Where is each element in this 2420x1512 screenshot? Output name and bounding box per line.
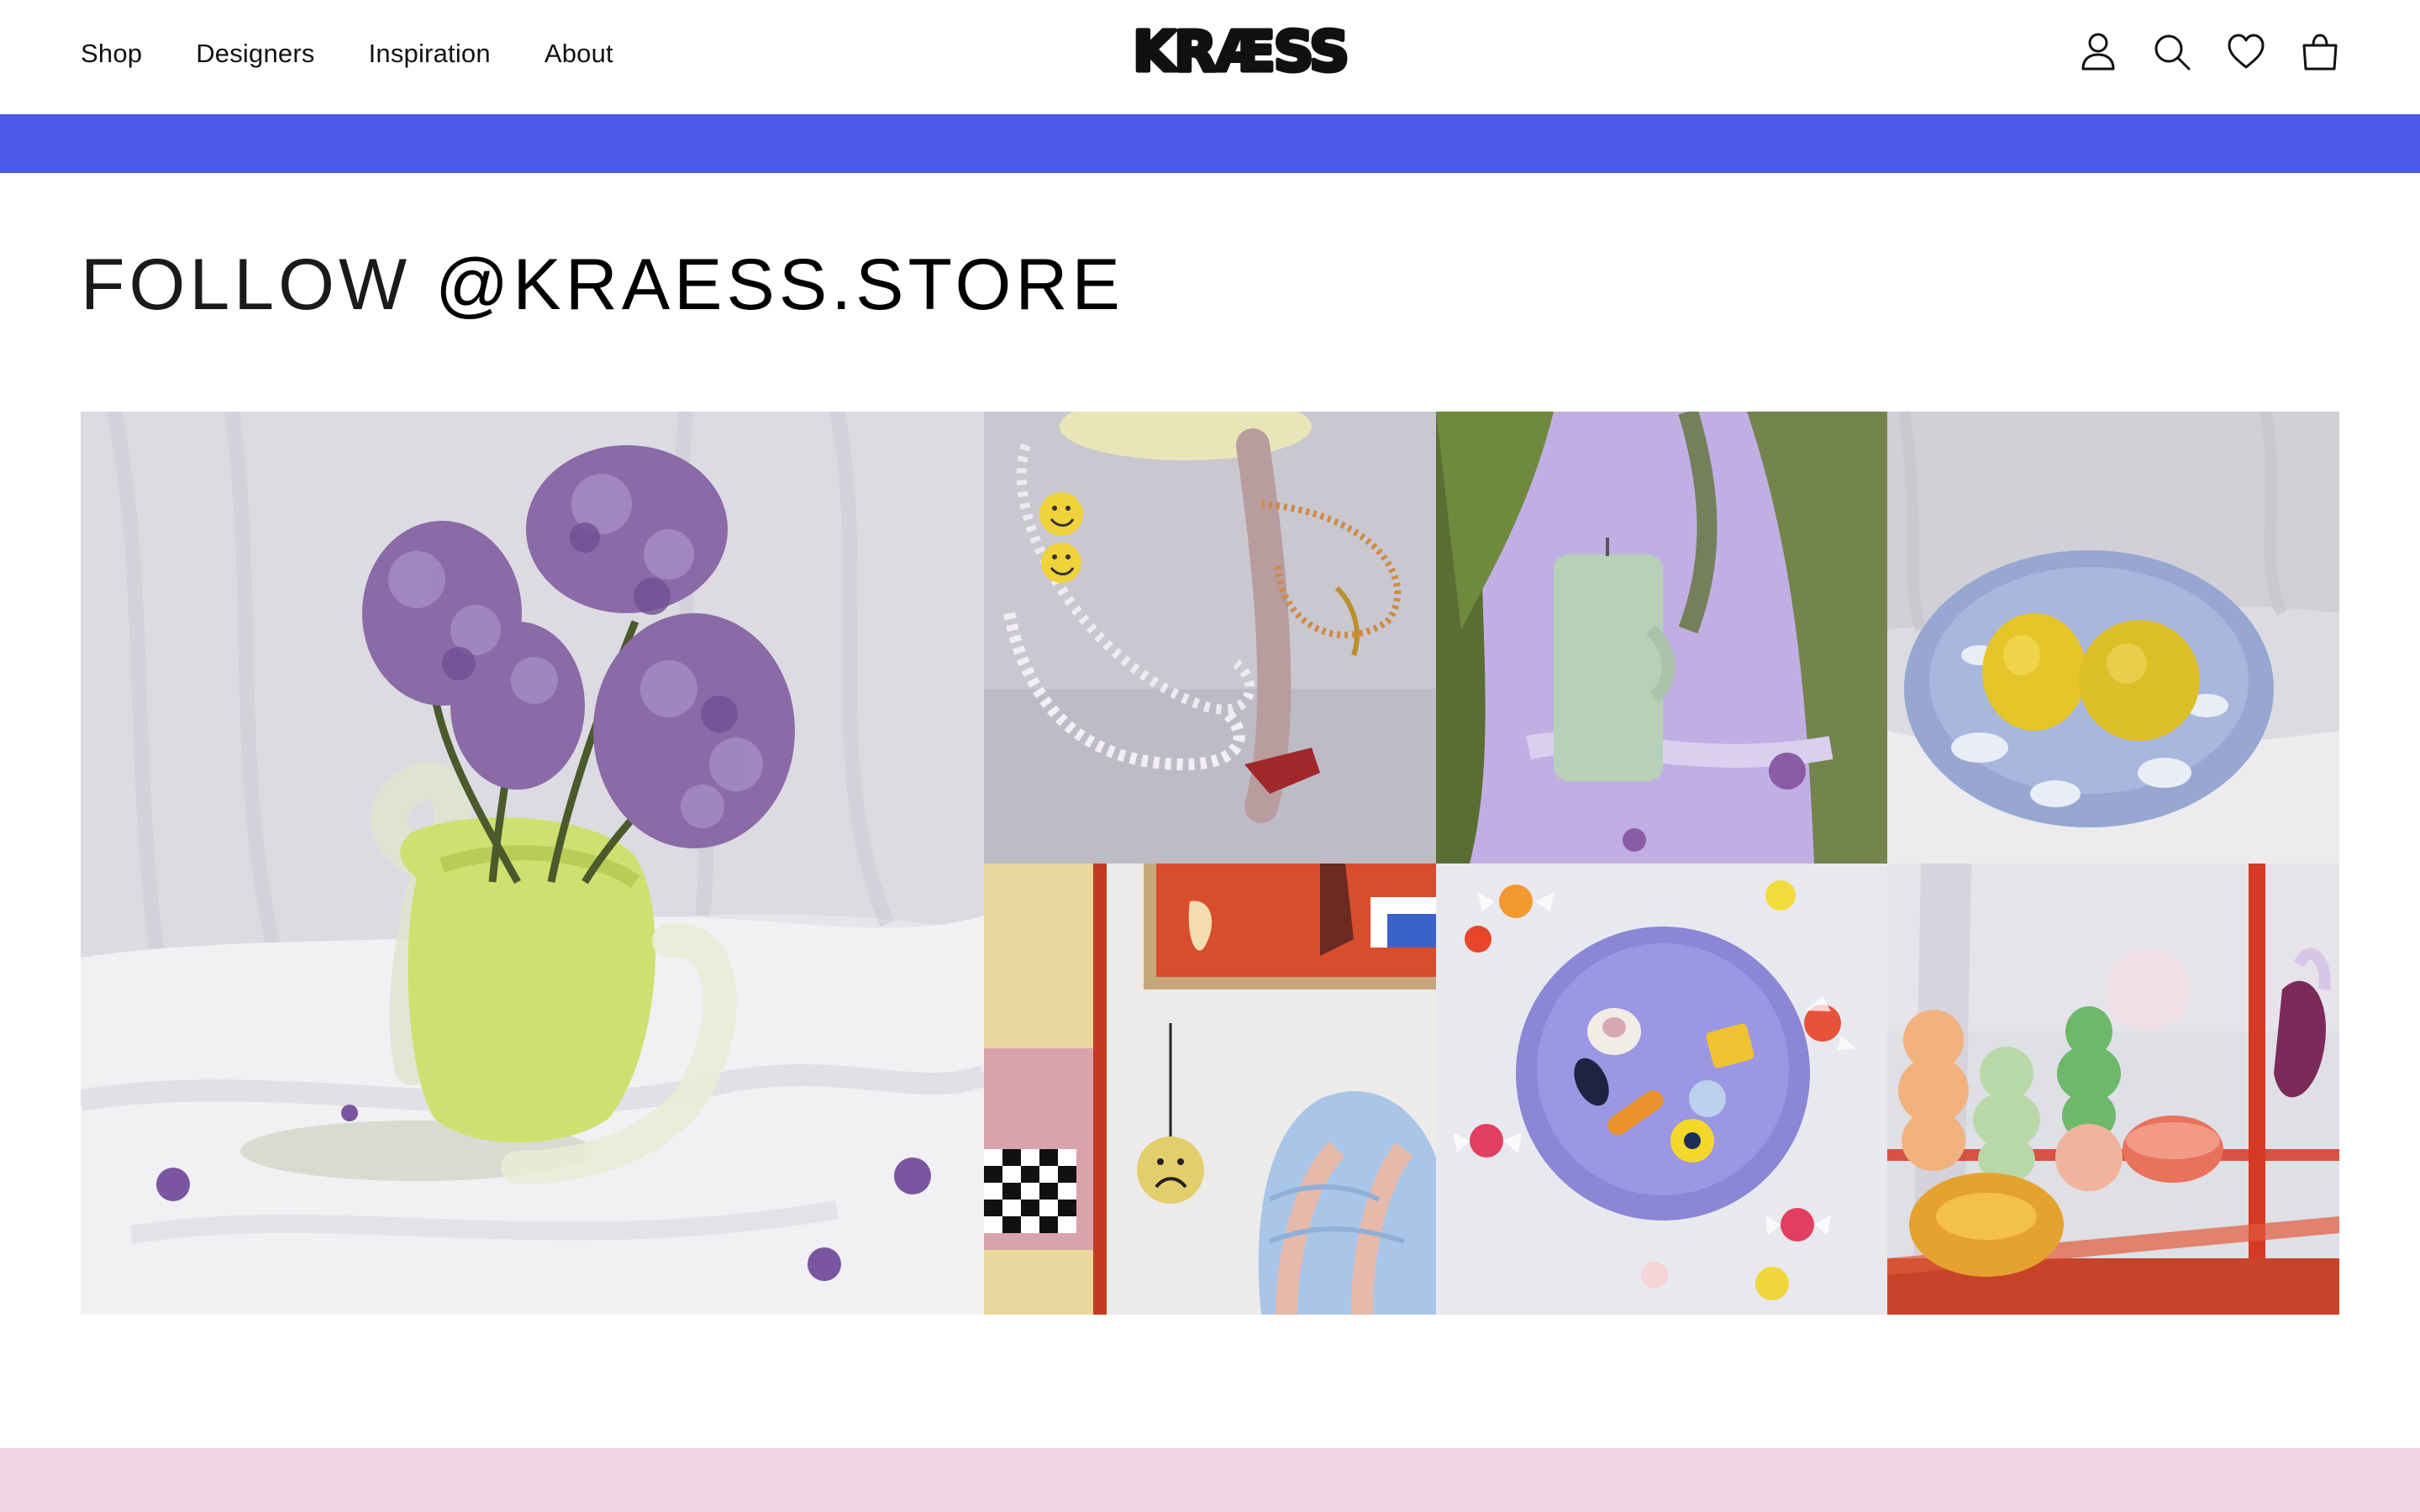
wishlist-heart-icon[interactable] (2227, 30, 2265, 74)
nav-about[interactable]: About (544, 39, 613, 69)
instagram-feed-grid (81, 412, 2339, 1315)
feed-image-mint-candle[interactable] (1436, 412, 1887, 864)
nav-shop[interactable]: Shop (81, 39, 142, 69)
feed-image-beaded-necklaces[interactable] (984, 412, 1436, 864)
footer-band (0, 1448, 2420, 1512)
main-nav: Shop Designers Inspiration About (81, 39, 613, 69)
account-icon[interactable] (2079, 30, 2118, 74)
feed-image-glass-vases-shelf[interactable] (1887, 864, 2339, 1315)
logo-text: KRÆSS (1133, 19, 1348, 84)
nav-designers[interactable]: Designers (196, 39, 314, 69)
heading-prefix: FOLLOW (81, 244, 436, 325)
feed-image-frowny-ornament[interactable] (984, 864, 1436, 1315)
feed-image-candy-bowl[interactable] (1436, 864, 1887, 1315)
header-icons (2079, 30, 2339, 74)
shopping-bag-icon[interactable] (2301, 30, 2339, 74)
feed-image-lilac-vase[interactable] (81, 412, 984, 1315)
nav-inspiration[interactable]: Inspiration (369, 39, 491, 69)
announcement-banner (0, 114, 2420, 173)
instagram-heading: FOLLOW @KRAESS.STORE (81, 249, 1124, 321)
feed-image-lemons-plate[interactable] (1887, 412, 2339, 864)
site-header: Shop Designers Inspiration About KRÆSS (0, 0, 2420, 114)
instagram-handle-link[interactable]: @KRAESS.STORE (435, 244, 1124, 325)
search-icon[interactable] (2153, 30, 2191, 74)
kraess-logo[interactable]: KRÆSS (1131, 17, 1352, 87)
